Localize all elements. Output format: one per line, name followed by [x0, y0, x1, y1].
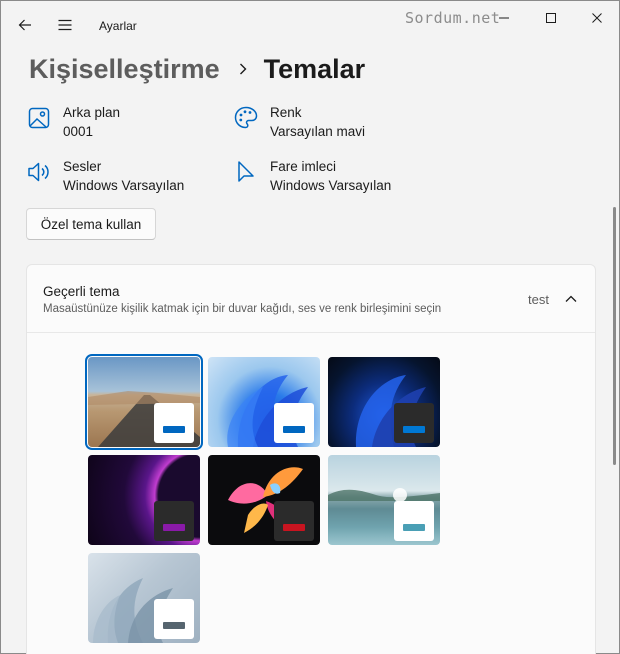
info-value: 0001 [63, 124, 94, 139]
info-value: Varsayılan mavi [270, 124, 366, 139]
info-value: Windows Varsayılan [63, 178, 185, 193]
theme-tile-captured-motion[interactable] [208, 455, 320, 545]
theme-preview-chip [154, 599, 194, 639]
current-theme-subtitle: Masaüstünüze kişilik katmak için bir duv… [43, 303, 442, 315]
theme-accent-bar [163, 622, 185, 629]
settings-window: Ayarlar Sordum.net Kişiselleştirme Temal… [0, 0, 620, 654]
info-label: Arka plan [63, 105, 121, 120]
theme-preview-chip [154, 501, 194, 541]
info-item-background[interactable]: Arka plan 0001 [25, 104, 120, 142]
current-theme-card: Geçerli tema Masaüstünüze kişilik katmak… [26, 264, 596, 654]
close-button[interactable] [574, 1, 620, 35]
theme-tile-windows-light[interactable] [208, 357, 320, 447]
close-icon [592, 13, 602, 23]
info-item-cursor[interactable]: Fare imleci Windows Varsayılan [232, 158, 391, 196]
menu-button[interactable] [49, 9, 81, 41]
title-bar: Ayarlar Sordum.net [1, 1, 619, 49]
maximize-button[interactable] [528, 1, 574, 35]
theme-accent-bar [283, 426, 305, 433]
current-theme-value: test [528, 292, 549, 307]
chevron-up-icon[interactable] [563, 291, 579, 307]
maximize-icon [546, 13, 556, 23]
use-custom-theme-button[interactable]: Özel tema kullan [26, 208, 156, 240]
info-label: Fare imleci [270, 159, 337, 174]
theme-tile-windows-dark[interactable] [328, 357, 440, 447]
info-label: Sesler [63, 159, 102, 174]
speaker-icon [25, 158, 53, 186]
current-theme-title: Geçerli tema [43, 284, 120, 299]
breadcrumb-chevron-icon [238, 62, 248, 76]
theme-preview-chip [394, 501, 434, 541]
theme-accent-bar [163, 426, 185, 433]
page-title: Temalar [263, 53, 366, 84]
palette-icon [232, 104, 260, 132]
theme-tile-desert-road[interactable] [85, 354, 203, 450]
info-value: Windows Varsayılan [270, 178, 392, 193]
theme-preview-chip [274, 403, 314, 443]
image-icon [25, 104, 53, 132]
minimize-button[interactable] [481, 1, 527, 35]
theme-accent-bar [283, 524, 305, 531]
theme-tile-sunrise[interactable] [328, 455, 440, 545]
app-title: Ayarlar [99, 19, 137, 33]
info-item-sounds[interactable]: Sesler Windows Varsayılan [25, 158, 184, 196]
vertical-scrollbar[interactable] [613, 207, 616, 465]
theme-tile-flow[interactable] [88, 553, 200, 643]
cursor-icon [232, 158, 260, 186]
back-button[interactable] [9, 9, 41, 41]
breadcrumb-parent[interactable]: Kişiselleştirme [29, 54, 220, 85]
info-item-color[interactable]: Renk Varsayılan mavi [232, 104, 365, 142]
theme-accent-bar [163, 524, 185, 531]
current-theme-header[interactable]: Geçerli tema Masaüstünüze kişilik katmak… [27, 265, 595, 333]
hamburger-icon [58, 19, 72, 31]
info-label: Renk [270, 105, 302, 120]
theme-accent-bar [403, 524, 425, 531]
breadcrumb: Kişiselleştirme Temalar [29, 49, 365, 89]
theme-preview-chip [394, 403, 434, 443]
theme-preview-chip [154, 403, 194, 443]
back-arrow-icon [18, 19, 31, 31]
theme-tile-glow[interactable] [88, 455, 200, 545]
theme-accent-bar [403, 426, 425, 433]
theme-preview-chip [274, 501, 314, 541]
minimize-icon [499, 17, 509, 19]
